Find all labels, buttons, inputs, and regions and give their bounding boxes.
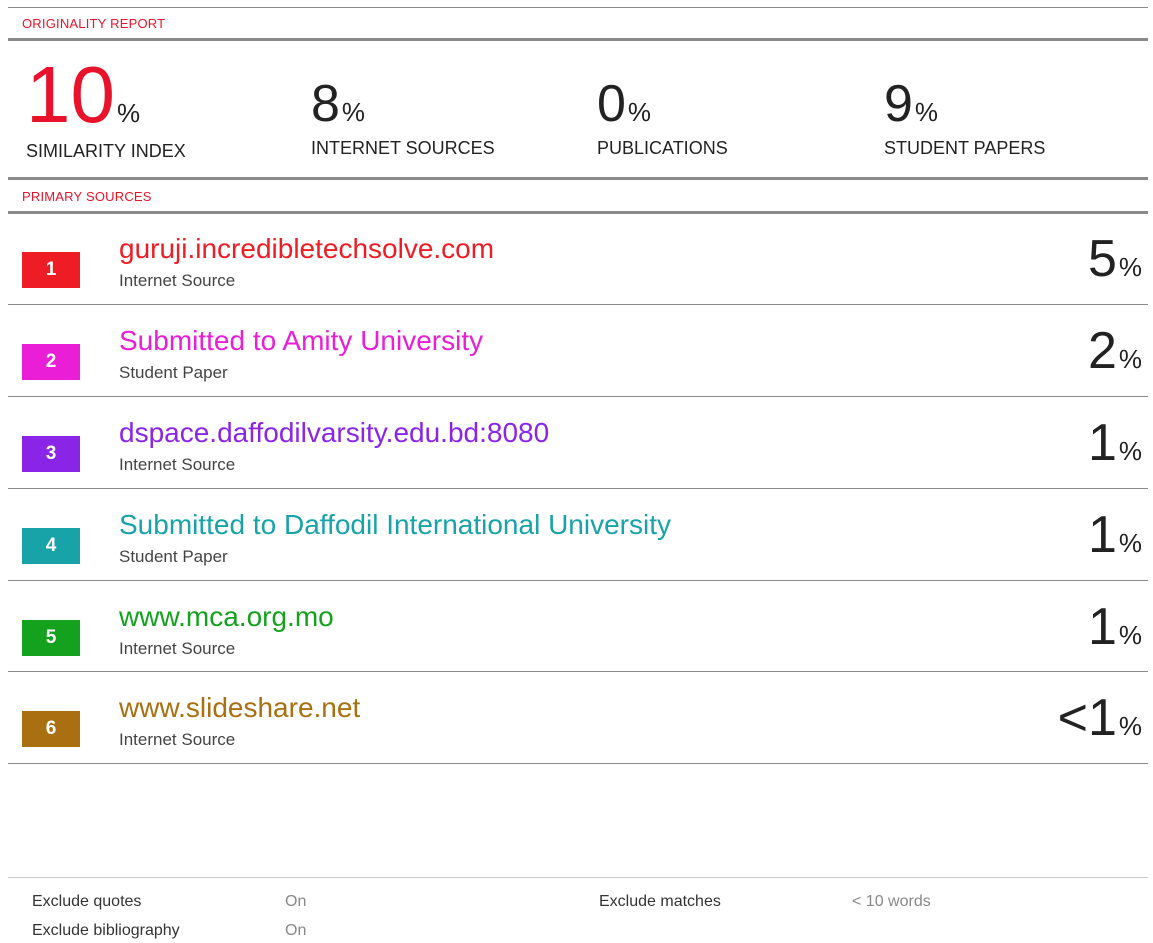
source-percent-unit: % [1118,252,1142,282]
stats-divider [8,177,1148,180]
row-divider [8,763,1148,764]
source-title-link[interactable]: www.slideshare.net [119,694,360,722]
source-type: Student Paper [119,547,228,566]
source-rank-badge: 3 [22,436,80,472]
student-papers-label: STUDENT PAPERS [884,138,1046,158]
source-type: Student Paper [119,363,228,382]
source-row[interactable]: 5 www.mca.org.mo Internet Source 1 % [8,581,1148,672]
source-percent-value: 2 [1087,322,1117,380]
source-percent: 2 % [1088,325,1142,377]
source-type: Internet Source [119,271,236,290]
source-type: Internet Source [119,455,236,474]
source-percent-unit: % [1118,711,1142,741]
footer-divider [8,877,1148,878]
internet-sources-value: 8 [311,75,340,133]
similarity-index-label: SIMILARITY INDEX [26,141,186,161]
source-percent-value: 1 [1087,506,1117,564]
source-percent-value: 5 [1087,230,1117,288]
header-divider [8,38,1148,41]
publications-unit: % [627,97,652,127]
source-percent: 1 % [1088,417,1142,469]
exclude-matches-label: Exclude matches [599,893,721,910]
originality-report-heading: ORIGINALITY REPORT [22,16,166,31]
source-row[interactable]: 3 dspace.daffodilvarsity.edu.bd:8080 Int… [8,397,1148,488]
internet-sources-stat: 8 % INTERNET SOURCES [311,78,495,159]
source-rank-badge: 6 [22,711,80,747]
source-title-link[interactable]: dspace.daffodilvarsity.edu.bd:8080 [119,419,549,447]
similarity-index-stat: 10 % SIMILARITY INDEX [26,55,186,162]
source-percent-value: 1 [1087,598,1117,656]
student-papers-value: 9 [884,75,913,133]
source-percent-value: <1 [1057,689,1117,747]
exclude-quotes-label: Exclude quotes [32,893,142,910]
exclude-matches-value: < 10 words [852,893,931,910]
exclude-quotes-value: On [285,893,307,910]
student-papers-stat: 9 % STUDENT PAPERS [884,78,1045,159]
source-rank-badge: 4 [22,528,80,564]
source-type: Internet Source [119,639,236,658]
primary-sources-heading: PRIMARY SOURCES [22,189,152,204]
source-rank-badge: 2 [22,344,80,380]
source-title-link[interactable]: Submitted to Amity University [119,327,483,355]
source-title-link[interactable]: www.mca.org.mo [119,603,334,631]
source-percent: 1 % [1088,601,1142,653]
student-papers-unit: % [914,97,939,127]
source-percent-unit: % [1118,620,1142,650]
exclude-bibliography-value: On [285,922,307,939]
source-percent: 5 % [1088,233,1142,285]
source-row[interactable]: 2 Submitted to Amity University Student … [8,305,1148,396]
source-rank-badge: 5 [22,620,80,656]
source-row[interactable]: 4 Submitted to Daffodil International Un… [8,489,1148,580]
source-percent-unit: % [1118,436,1142,466]
internet-sources-label: INTERNET SOURCES [311,138,495,158]
similarity-index-value: 10 [26,50,115,139]
source-rank-badge: 1 [22,252,80,288]
source-percent-unit: % [1118,344,1142,374]
source-title-link[interactable]: Submitted to Daffodil International Univ… [119,511,671,539]
source-row[interactable]: 6 www.slideshare.net Internet Source <1 … [8,672,1148,763]
exclude-bibliography-label: Exclude bibliography [32,922,180,939]
source-percent: <1 % [1058,692,1142,744]
source-title-link[interactable]: guruji.incredibletechsolve.com [119,235,494,263]
publications-value: 0 [597,75,626,133]
similarity-index-unit: % [116,98,141,128]
source-percent: 1 % [1088,509,1142,561]
publications-label: PUBLICATIONS [597,138,728,158]
publications-stat: 0 % PUBLICATIONS [597,78,728,159]
internet-sources-unit: % [341,97,366,127]
source-percent-value: 1 [1087,414,1117,472]
source-row[interactable]: 1 guruji.incredibletechsolve.com Interne… [8,213,1148,304]
top-divider [8,7,1148,8]
source-type: Internet Source [119,730,236,749]
source-percent-unit: % [1118,528,1142,558]
